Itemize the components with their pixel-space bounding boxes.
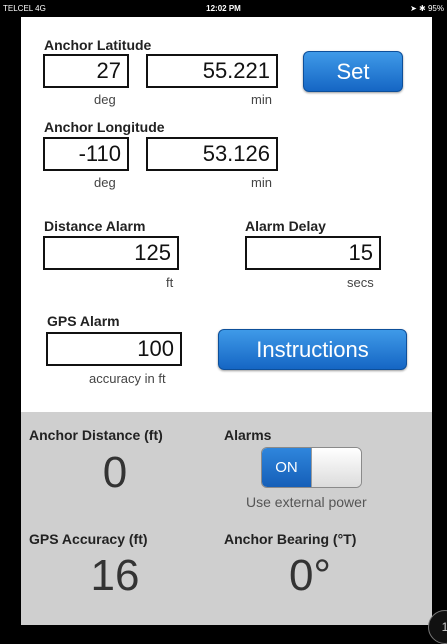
anchor-latitude-label: Anchor Latitude (44, 37, 152, 53)
distance-alarm-unit: ft (166, 275, 174, 290)
latitude-min-unit: min (251, 92, 272, 107)
anchor-bearing-value: 0° (288, 551, 332, 600)
instructions-button[interactable]: Instructions (218, 329, 407, 370)
latitude-deg-unit: deg (94, 92, 116, 107)
status-bar: TELCEL 4G 12:02 PM ➤ ✱ 95% (0, 0, 447, 17)
distance-alarm-label: Distance Alarm (44, 218, 146, 234)
status-time: 12:02 PM (206, 4, 241, 13)
gps-accuracy-value: 16 (90, 551, 140, 600)
status-right: ➤ ✱ 95% (410, 4, 444, 13)
anchor-distance-label: Anchor Distance (ft) (29, 427, 163, 443)
anchor-distance-value: 0 (102, 448, 128, 497)
alarm-delay-label: Alarm Delay (245, 218, 326, 234)
bottom-strip (0, 625, 447, 644)
location-icon: ➤ (410, 4, 417, 13)
alarms-toggle[interactable]: ON (261, 447, 362, 488)
anchor-bearing-label: Anchor Bearing (°T) (224, 531, 357, 547)
longitude-min-unit: min (251, 175, 272, 190)
alarms-label: Alarms (224, 427, 272, 443)
set-button[interactable]: Set (303, 51, 403, 92)
longitude-deg-unit: deg (94, 175, 116, 190)
gps-alarm-unit: accuracy in ft (89, 371, 166, 386)
gps-alarm-input[interactable]: 100 (46, 332, 182, 366)
alarms-toggle-knob[interactable] (311, 448, 361, 487)
alarms-note: Use external power (246, 494, 367, 510)
anchor-latitude-minutes-input[interactable]: 55.221 (146, 54, 278, 88)
alarms-toggle-on-label: ON (262, 448, 311, 487)
bluetooth-icon: ✱ (419, 4, 426, 13)
battery-label: 95% (427, 4, 444, 13)
anchor-longitude-label: Anchor Longitude (44, 119, 165, 135)
anchor-longitude-minutes-input[interactable]: 53.126 (146, 137, 278, 171)
anchor-latitude-degrees-input[interactable]: 27 (43, 54, 129, 88)
distance-alarm-input[interactable]: 125 (43, 236, 179, 270)
alarm-delay-input[interactable]: 15 (245, 236, 381, 270)
gps-alarm-label: GPS Alarm (47, 313, 120, 329)
anchor-longitude-degrees-input[interactable]: -110 (43, 137, 129, 171)
alarm-delay-unit: secs (347, 275, 374, 290)
gps-accuracy-label: GPS Accuracy (ft) (29, 531, 148, 547)
